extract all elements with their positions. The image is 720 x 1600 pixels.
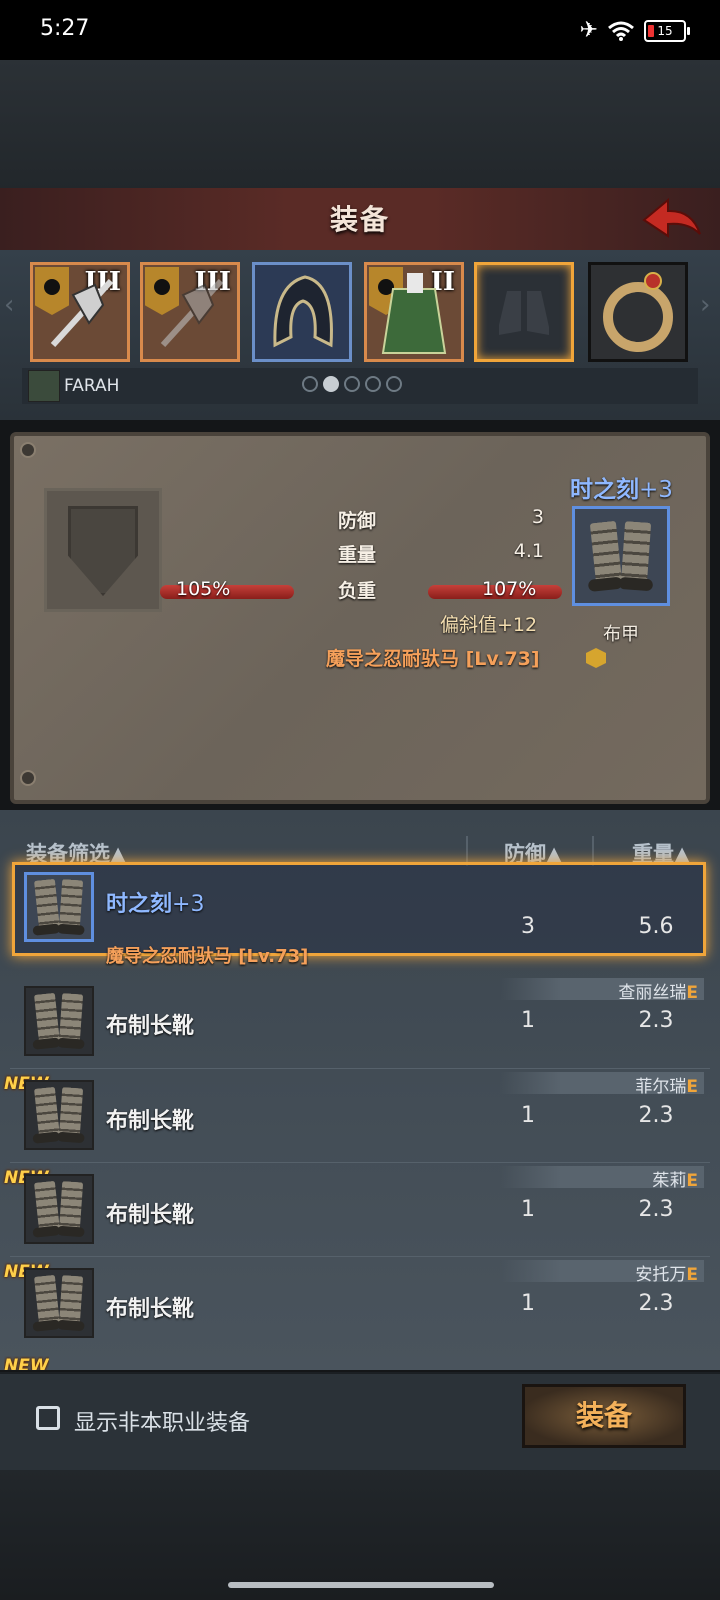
background-top (0, 60, 720, 190)
battery-level: 15 (657, 23, 673, 38)
defense-label: 防御 (338, 510, 377, 532)
page-dot-active[interactable] (323, 376, 339, 392)
show-other-class-label[interactable]: 显示非本职业装备 (74, 1405, 250, 1437)
load-label: 负重 (338, 580, 377, 602)
boots-icon (587, 518, 655, 594)
list-item-weight: 2.3 (638, 1008, 674, 1033)
boots-icon (32, 991, 86, 1052)
item-thumbnail (24, 872, 94, 942)
armor-icon (381, 273, 447, 354)
list-item-defense: 1 (521, 1291, 535, 1316)
defense-value: 3 (531, 506, 544, 528)
page-dot[interactable] (365, 376, 381, 392)
list-item-defense: 1 (521, 1197, 535, 1222)
set-name: 魔导之忍耐驮马 [Lv.73] (326, 648, 540, 670)
list-item-weight: 2.3 (638, 1103, 674, 1128)
list-item-defense: 3 (521, 914, 535, 939)
back-arrow-icon[interactable] (640, 194, 704, 244)
load-right-value: 107% (482, 578, 537, 600)
list-item-name-text: 时之刻 (106, 892, 173, 917)
slot-amulet[interactable] (588, 262, 688, 362)
row-divider (10, 1256, 710, 1257)
status-time: 5:27 (40, 16, 90, 41)
slot-boots[interactable] (474, 262, 574, 362)
status-icons: ✈ 15 (579, 18, 690, 43)
list-item-plus: +3 (172, 892, 205, 917)
new-item-image (572, 506, 670, 606)
boots-icon (32, 877, 86, 938)
owner-tag: 安托万E (500, 1260, 704, 1285)
list-item-name[interactable]: 布制长靴 (106, 1197, 194, 1229)
owner-grade: E (686, 1265, 698, 1285)
list-item-name: 时之刻+3 (106, 886, 204, 918)
halberd-icon (50, 278, 114, 348)
boots-icon (32, 1273, 86, 1334)
list-item-name[interactable]: 布制长靴 (106, 1103, 194, 1135)
list-item-name[interactable]: 布制长靴 (106, 1291, 194, 1323)
owner-grade: E (686, 983, 698, 1003)
load-left-value: 105% (176, 578, 231, 600)
show-other-class-checkbox[interactable] (36, 1406, 60, 1430)
list-item-weight: 2.3 (638, 1197, 674, 1222)
boots-outline-icon (499, 291, 549, 335)
home-indicator[interactable] (228, 1582, 494, 1588)
item-name-text: 时之刻 (570, 477, 639, 503)
list-item-weight: 5.6 (638, 914, 674, 939)
list-item-defense: 1 (521, 1103, 535, 1128)
item-thumbnail[interactable] (24, 986, 94, 1056)
airplane-icon: ✈ (579, 18, 598, 43)
page-dot[interactable] (344, 376, 360, 392)
owner-name: 查丽丝瑞 (618, 983, 687, 1003)
wifi-icon (608, 21, 634, 41)
item-type: 布甲 (603, 624, 639, 645)
rivet-icon (20, 770, 36, 786)
owner-grade: E (686, 1171, 698, 1191)
owner-tag: 茱莉E (500, 1166, 704, 1191)
background-bottom (0, 1470, 720, 1600)
item-thumbnail[interactable] (24, 1174, 94, 1244)
page-dot[interactable] (386, 376, 402, 392)
weight-value: 4.1 (513, 540, 544, 562)
new-badge-cut: NEW (4, 1356, 49, 1370)
owner-tag: 查丽丝瑞E (500, 978, 704, 1003)
weight-label: 重量 (338, 544, 377, 566)
battery-icon: 15 (644, 19, 690, 42)
hero-name: FARAH (64, 376, 120, 396)
chevron-right-icon[interactable]: › (700, 290, 710, 320)
item-plus: +3 (639, 477, 673, 503)
slot-armor[interactable]: II (364, 262, 464, 362)
row-divider (10, 1068, 710, 1069)
page-indicator (302, 376, 402, 392)
avatar (28, 370, 60, 402)
owner-name: 菲尔瑞 (635, 1077, 687, 1097)
slot-helmet[interactable] (252, 262, 352, 362)
equip-button[interactable]: 装备 (522, 1384, 686, 1448)
list-item-weight: 2.3 (638, 1291, 674, 1316)
halberd-icon (160, 278, 224, 348)
row-divider (10, 1162, 710, 1163)
page-title: 装备 (329, 203, 390, 236)
ring-amulet-icon (603, 272, 673, 352)
hood-icon (273, 275, 333, 348)
new-item-name: 时之刻+3 (570, 470, 673, 504)
bonus-stat: 偏斜值+12 (440, 614, 538, 636)
list-item-defense: 1 (521, 1008, 535, 1033)
item-thumbnail[interactable] (24, 1268, 94, 1338)
slot-weapon-2[interactable]: III (140, 262, 240, 362)
rivet-icon (20, 442, 36, 458)
list-item-set: 魔导之忍耐驮马 [Lv.73] (106, 946, 309, 967)
boots-icon (32, 1179, 86, 1240)
owner-name: 茱莉 (652, 1171, 687, 1191)
slot-weapon-1[interactable]: III (30, 262, 130, 362)
page-dot[interactable] (302, 376, 318, 392)
owner-grade: E (686, 1077, 698, 1097)
list-item-name[interactable]: 布制长靴 (106, 1008, 194, 1040)
item-thumbnail[interactable] (24, 1080, 94, 1150)
owner-name: 安托万 (635, 1265, 687, 1285)
owner-tag: 菲尔瑞E (500, 1072, 704, 1097)
chevron-left-icon[interactable]: ‹ (4, 290, 14, 320)
boots-icon (32, 1085, 86, 1146)
